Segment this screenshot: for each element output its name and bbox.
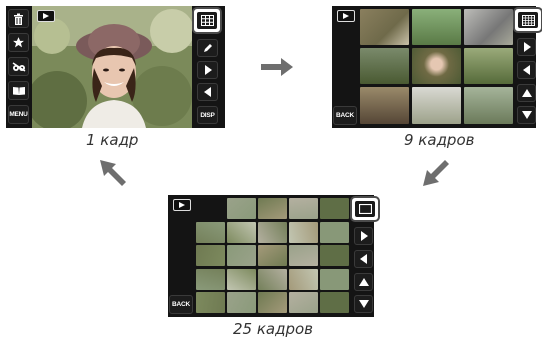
thumbnail[interactable] bbox=[289, 198, 318, 219]
caption-nine: 9 кадров bbox=[404, 131, 475, 149]
thumbnail[interactable] bbox=[258, 221, 287, 243]
arrow-down-left-icon bbox=[423, 160, 449, 186]
prev-arrow-icon bbox=[203, 87, 211, 97]
arrow-right-icon bbox=[261, 58, 293, 76]
playback-icon bbox=[43, 13, 49, 19]
thumbnail[interactable] bbox=[289, 245, 318, 266]
thumbnail[interactable] bbox=[464, 87, 513, 124]
prev-page-button[interactable] bbox=[517, 61, 536, 79]
thumbnail[interactable] bbox=[289, 268, 318, 290]
scroll-down-button[interactable] bbox=[517, 106, 536, 124]
down-arrow-icon bbox=[358, 300, 369, 308]
thumbnail[interactable] bbox=[196, 292, 225, 313]
thumbnail[interactable] bbox=[412, 87, 461, 124]
thumbnail[interactable] bbox=[360, 48, 409, 84]
nine-frame-screen: BACK bbox=[332, 6, 542, 128]
thumbnail[interactable] bbox=[258, 198, 287, 219]
single-frame-button-highlight[interactable] bbox=[350, 196, 380, 222]
playback-mode-badge bbox=[173, 199, 191, 211]
thumbnail[interactable] bbox=[196, 268, 225, 290]
thumbnail[interactable] bbox=[360, 87, 409, 124]
next-arrow-icon bbox=[204, 65, 212, 75]
grid-view-button-highlight[interactable] bbox=[513, 7, 542, 33]
photo-portrait bbox=[32, 6, 192, 128]
next-arrow-icon bbox=[523, 42, 531, 52]
thumbnail[interactable] bbox=[258, 268, 287, 290]
grid-view-icon bbox=[521, 14, 535, 26]
back-button[interactable]: BACK bbox=[333, 106, 357, 125]
edit-button[interactable] bbox=[197, 39, 218, 57]
next-page-button[interactable] bbox=[354, 227, 373, 245]
photobook-button[interactable] bbox=[8, 81, 29, 100]
up-arrow-icon bbox=[358, 278, 369, 286]
next-frame-button[interactable] bbox=[197, 61, 218, 79]
thumbnail[interactable] bbox=[360, 9, 409, 45]
thumbnail[interactable] bbox=[412, 48, 461, 84]
thumbnail[interactable] bbox=[196, 221, 225, 243]
thumbnail[interactable] bbox=[320, 221, 349, 243]
grid-view-icon bbox=[200, 15, 214, 26]
thumbnail[interactable] bbox=[227, 292, 256, 313]
thumbnail[interactable] bbox=[320, 292, 349, 313]
thumbnail[interactable] bbox=[320, 268, 349, 290]
edit-pen-icon bbox=[203, 44, 212, 52]
favorite-star-icon bbox=[13, 37, 24, 48]
prev-frame-button[interactable] bbox=[197, 83, 218, 101]
up-arrow-icon bbox=[521, 89, 532, 97]
thumbnail[interactable] bbox=[258, 245, 287, 266]
menu-button[interactable]: MENU bbox=[8, 105, 29, 124]
scroll-up-button[interactable] bbox=[354, 273, 373, 291]
thumbnail[interactable] bbox=[196, 245, 225, 266]
back-button[interactable]: BACK bbox=[169, 295, 193, 314]
playback-mode-badge bbox=[37, 10, 55, 22]
trash-icon bbox=[14, 13, 23, 25]
thumbnail[interactable] bbox=[320, 245, 349, 266]
disp-button[interactable]: DISP bbox=[197, 106, 218, 124]
thumbnail[interactable] bbox=[227, 268, 256, 290]
thumbnail[interactable] bbox=[289, 221, 318, 243]
scroll-down-button[interactable] bbox=[354, 295, 373, 313]
red-eye-icon bbox=[12, 61, 25, 72]
single-frame-screen: MENU DISP bbox=[6, 6, 225, 128]
playback-mode-badge bbox=[337, 10, 355, 22]
single-frame-icon bbox=[358, 204, 372, 214]
next-page-button[interactable] bbox=[517, 38, 536, 56]
prev-page-button[interactable] bbox=[354, 250, 373, 268]
favorite-button[interactable] bbox=[8, 33, 29, 52]
thumbnail[interactable] bbox=[227, 221, 256, 243]
prev-arrow-icon bbox=[522, 65, 530, 75]
playback-icon bbox=[179, 202, 185, 208]
portrait-image bbox=[32, 6, 192, 128]
photobook-icon bbox=[12, 86, 25, 95]
twentyfive-frame-screen: BACK bbox=[168, 195, 380, 317]
arrow-up-left-icon bbox=[100, 160, 126, 186]
thumbnail[interactable] bbox=[412, 9, 461, 45]
thumbnail[interactable] bbox=[227, 198, 256, 219]
playback-icon bbox=[343, 13, 349, 19]
delete-button[interactable] bbox=[8, 9, 29, 28]
down-arrow-icon bbox=[521, 111, 532, 119]
next-arrow-icon bbox=[360, 231, 368, 241]
thumbnail[interactable] bbox=[464, 48, 513, 84]
caption-single: 1 кадр bbox=[86, 131, 139, 149]
scroll-up-button[interactable] bbox=[517, 84, 536, 102]
thumbnail[interactable] bbox=[289, 292, 318, 313]
red-eye-button[interactable] bbox=[8, 57, 29, 76]
caption-twentyfive: 25 кадров bbox=[233, 320, 314, 338]
thumbnail[interactable] bbox=[464, 9, 513, 45]
thumbnail[interactable] bbox=[227, 245, 256, 266]
prev-arrow-icon bbox=[359, 254, 367, 264]
grid-view-button-highlight[interactable] bbox=[192, 7, 222, 34]
thumbnail[interactable] bbox=[320, 198, 349, 219]
thumbnail[interactable] bbox=[258, 292, 287, 313]
